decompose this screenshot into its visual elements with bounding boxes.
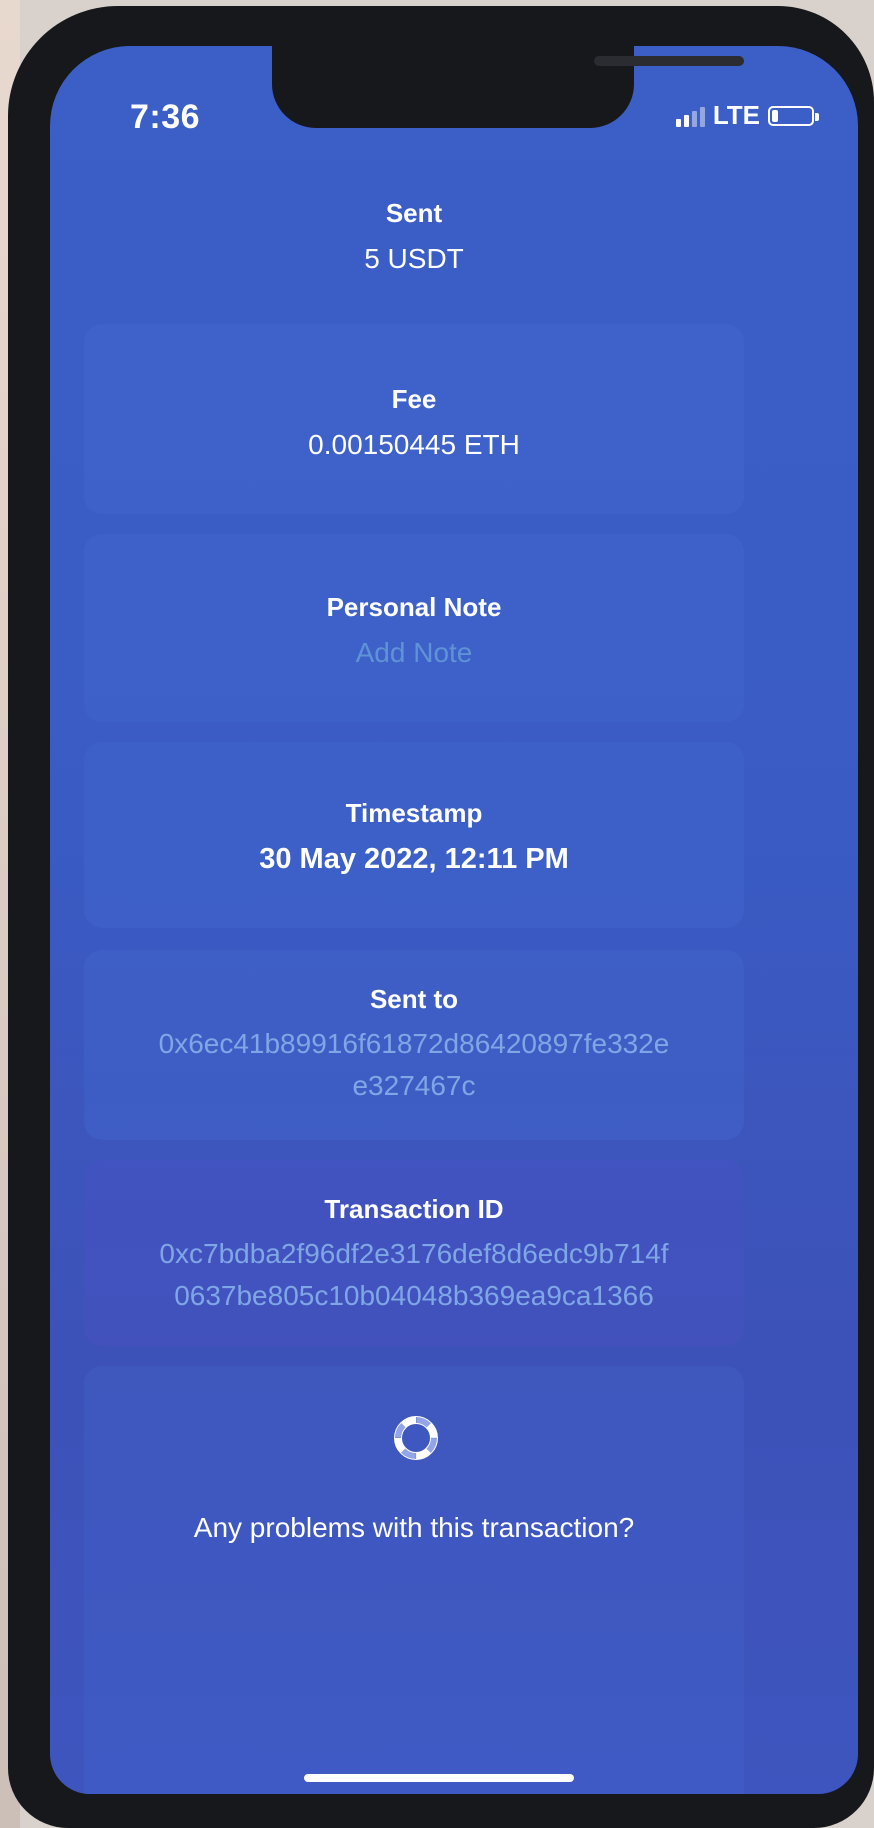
transaction-problems-link[interactable]: Any problems with this transaction? (84, 1512, 744, 1544)
speaker-grille (594, 56, 744, 66)
transaction-id-link[interactable]: 0xc7bdba2f96df2e3176def8d6edc9b714f 0637… (84, 1233, 744, 1317)
personal-note-section[interactable]: Personal Note Add Note (84, 534, 744, 722)
fee-value: 0.00150445 ETH (308, 429, 520, 460)
transaction-id-line1: 0xc7bdba2f96df2e3176def8d6edc9b714f (159, 1238, 669, 1269)
help-section[interactable]: Any problems with this transaction? (84, 1366, 744, 1794)
sent-value: 5 USDT (364, 243, 464, 274)
screen: 7:36 LTE Sent 5 USDT Fee 0.00150445 ETH … (50, 46, 858, 1794)
status-indicators: LTE (675, 100, 819, 131)
timestamp-value: 30 May 2022, 12:11 PM (259, 843, 569, 875)
sent-to-label: Sent to (369, 984, 459, 1014)
transaction-id-line2: 0637be805c10b04048b369ea9ca1366 (174, 1280, 654, 1311)
signal-strength-icon (675, 105, 705, 127)
lifebuoy-icon[interactable] (394, 1416, 438, 1460)
personal-note-label: Personal Note (326, 592, 502, 622)
recipient-address-line2: e327467c (352, 1070, 476, 1101)
sent-to-section[interactable]: Sent to 0x6ec41b89916f61872d86420897fe33… (84, 950, 744, 1140)
recipient-address-link[interactable]: 0x6ec41b89916f61872d86420897fe332e e3274… (84, 1023, 744, 1107)
notch (272, 46, 744, 128)
sent-amount-section: Sent 5 USDT (84, 146, 744, 296)
timestamp-label: Timestamp (345, 798, 483, 828)
add-note-button[interactable]: Add Note (84, 637, 744, 669)
status-time: 7:36 (130, 98, 201, 136)
fee-section: Fee 0.00150445 ETH (84, 324, 744, 514)
phone-frame: 7:36 LTE Sent 5 USDT Fee 0.00150445 ETH … (8, 6, 874, 1828)
home-indicator[interactable] (304, 1774, 574, 1782)
timestamp-section: Timestamp 30 May 2022, 12:11 PM (84, 742, 744, 928)
sent-label: Sent (385, 198, 443, 228)
recipient-address-line1: 0x6ec41b89916f61872d86420897fe332e (158, 1028, 670, 1059)
network-type: LTE (712, 100, 760, 130)
fee-label: Fee (391, 384, 437, 414)
transaction-id-section[interactable]: Transaction ID 0xc7bdba2f96df2e3176def8d… (84, 1160, 744, 1346)
battery-icon (768, 105, 819, 126)
transaction-id-label: Transaction ID (324, 1194, 504, 1224)
